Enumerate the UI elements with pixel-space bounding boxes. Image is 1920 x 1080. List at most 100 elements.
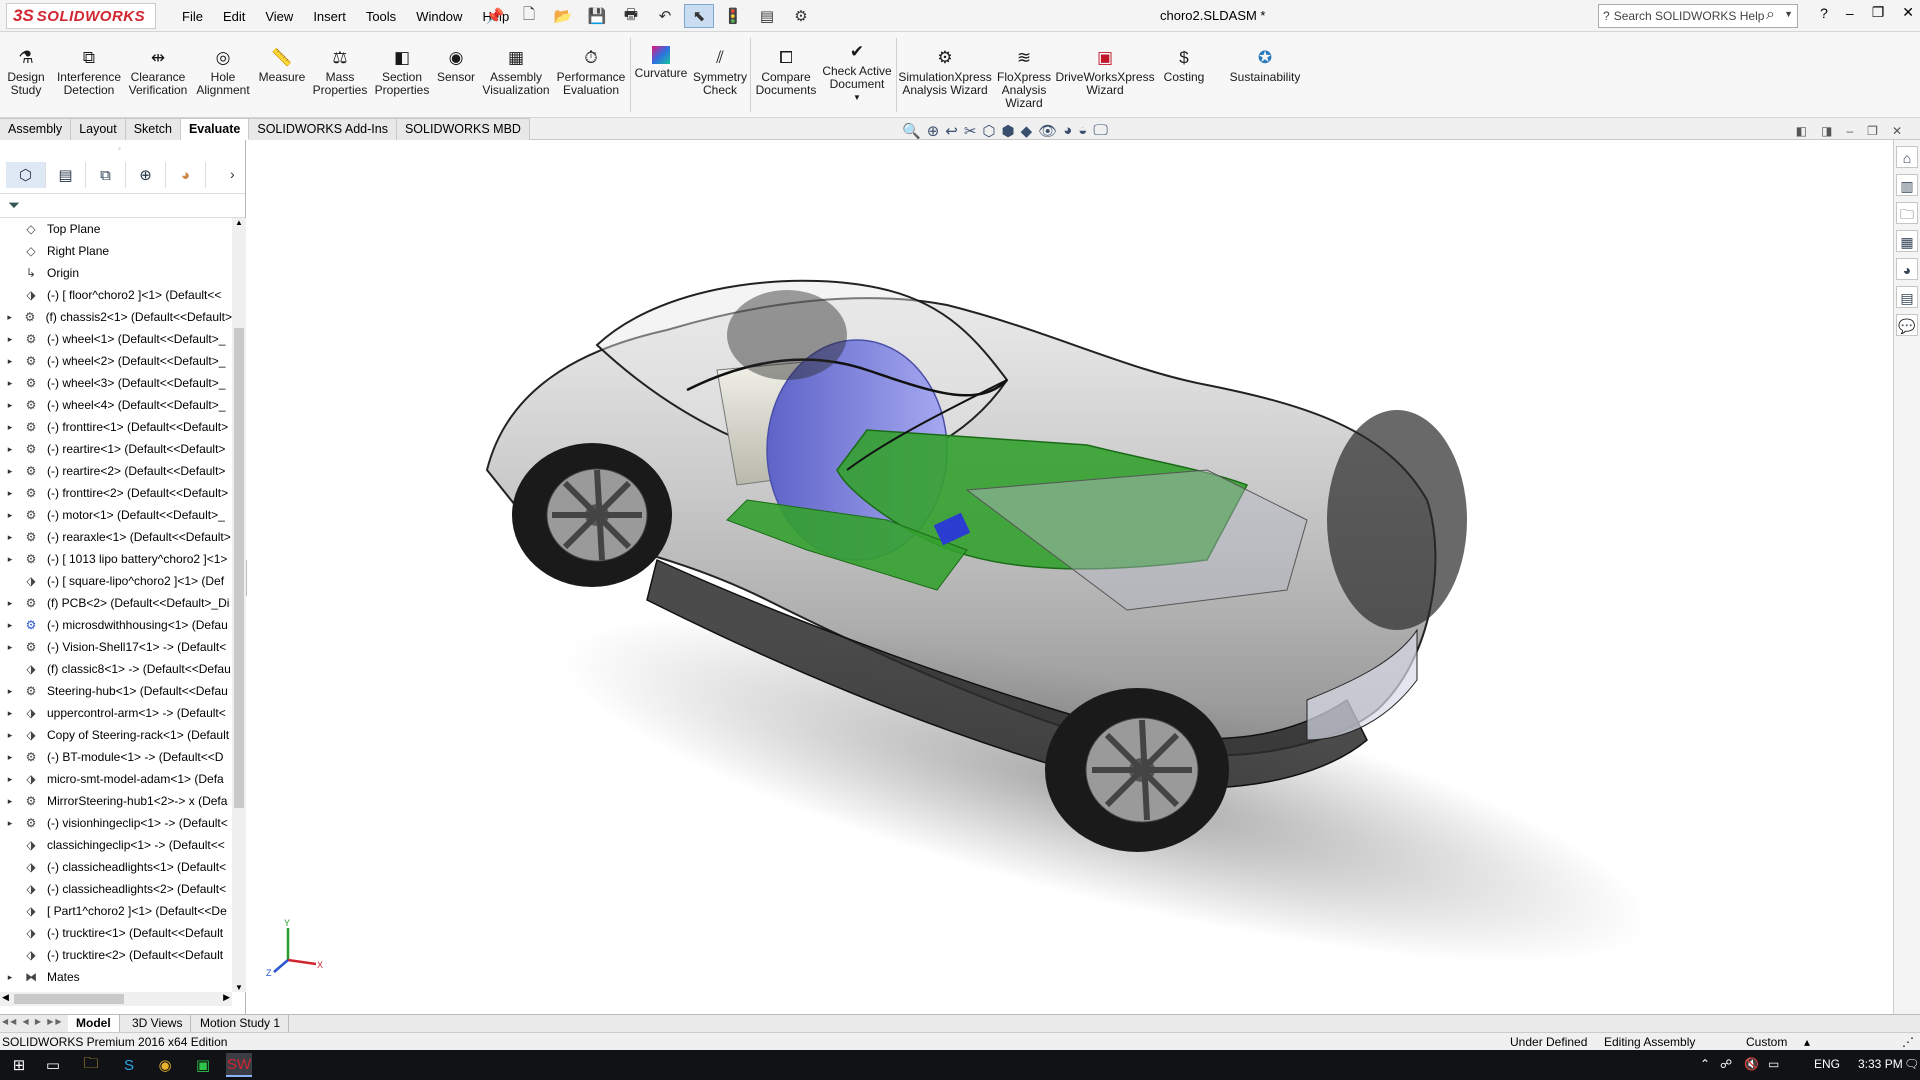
tree-node[interactable]: ▸ ⚙ (-) wheel<3> (Default<<Default>_ [0, 372, 232, 394]
tab-navigation-arrows[interactable]: ◀◀ ◀ ▶ ▶▶ [2, 1017, 64, 1026]
menu-insert[interactable]: Insert [303, 9, 356, 24]
line-messenger-icon[interactable]: ▣ [190, 1053, 216, 1077]
expand-arrow-icon[interactable]: ▸ [0, 686, 20, 697]
expand-arrow-icon[interactable]: ▸ [0, 642, 20, 653]
tree-node[interactable]: ↳ Origin [0, 262, 232, 284]
panel-grip[interactable]: ◦ [118, 144, 121, 153]
rebuild-icon[interactable]: 🚦 [718, 4, 748, 28]
curvature-button[interactable]: Curvature [632, 46, 690, 80]
driveworksxpress-button[interactable]: ▣ DriveWorksXpress Wizard [1055, 46, 1154, 97]
interference-detection-button[interactable]: ⧉ Interference Detection [54, 46, 124, 97]
skype-icon[interactable]: S [116, 1053, 142, 1077]
expand-arrow-icon[interactable]: ▸ [0, 488, 20, 499]
scroll-up-icon[interactable]: ▲ [235, 218, 243, 227]
tree-node[interactable]: ⬗ (-) [ floor^choro2 ]<1> (Default<< [0, 284, 232, 306]
tree-node[interactable]: ▸ ⚙ (-) wheel<4> (Default<<Default>_ [0, 394, 232, 416]
measure-button[interactable]: 📏 Measure [254, 46, 310, 84]
tree-node[interactable]: ▸ ⚙ (-) rearaxle<1> (Default<<Default> [0, 526, 232, 548]
chevron-down-icon[interactable]: ▼ [1784, 9, 1793, 19]
previous-view-icon[interactable]: ↩ [945, 122, 958, 140]
viewport-tile-left-icon[interactable]: ◧ [1796, 124, 1807, 138]
tree-node[interactable]: ⬗ (-) classicheadlights<1> (Default< [0, 856, 232, 878]
expand-arrow-icon[interactable]: ▸ [0, 532, 20, 543]
expand-arrow-icon[interactable]: ▸ [0, 422, 20, 433]
appearances-scenes-icon[interactable]: ◕ [1896, 258, 1918, 280]
expand-arrow-icon[interactable]: ▸ [0, 620, 20, 631]
simulationxpress-button[interactable]: ⚙ SimulationXpress Analysis Wizard [898, 46, 992, 97]
tree-node[interactable]: ▸ ⚙ (-) fronttire<2> (Default<<Default> [0, 482, 232, 504]
expand-arrow-icon[interactable]: ▸ [0, 334, 20, 345]
expand-arrow-icon[interactable]: ▸ [0, 444, 20, 455]
tree-node[interactable]: ▸ ⚙ (-) motor<1> (Default<<Default>_ [0, 504, 232, 526]
design-library-icon[interactable]: ▥ [1896, 174, 1918, 196]
design-study-button[interactable]: ⚗ Design Study [4, 46, 48, 97]
network-icon[interactable]: ☍ [1720, 1057, 1732, 1071]
menu-tools[interactable]: Tools [356, 9, 406, 24]
status-bar-grip-icon[interactable]: ⋰ [1902, 1035, 1914, 1049]
front-wheel[interactable] [1045, 688, 1229, 852]
performance-evaluation-button[interactable]: ⏱ Performance Evaluation [554, 46, 628, 97]
tree-node[interactable]: ▸ ⚙ (-) visionhingeclip<1> -> (Default< [0, 812, 232, 834]
viewport-restore-icon[interactable]: ❐ [1867, 124, 1878, 138]
expand-arrow-icon[interactable]: ▸ [0, 598, 20, 609]
display-style-icon[interactable]: ◆ [1021, 122, 1033, 140]
pin-icon[interactable]: 📌 [480, 4, 510, 28]
menu-window[interactable]: Window [406, 9, 472, 24]
symmetry-check-button[interactable]: ⫽ Symmetry Check [690, 46, 750, 97]
zoom-to-area-icon[interactable]: ⊕ [927, 122, 940, 140]
file-properties-icon[interactable]: ▤ [752, 4, 782, 28]
chevron-right-icon[interactable]: › [230, 166, 235, 182]
tree-node[interactable]: ▸ ⚙ Steering-hub<1> (Default<<Defau [0, 680, 232, 702]
tree-vertical-scrollbar[interactable]: ▲ ▼ [232, 218, 246, 992]
view-orientation-icon[interactable]: ⬢ [1002, 122, 1015, 140]
expand-arrow-icon[interactable]: ▸ [0, 972, 20, 983]
view-settings-icon[interactable]: 🖵 [1093, 122, 1107, 140]
tree-node[interactable]: ▸ ⚙ (-) reartire<2> (Default<<Default> [0, 460, 232, 482]
options-gear-icon[interactable]: ⚙ [786, 4, 816, 28]
solidworks-resources-icon[interactable]: ⌂ [1896, 146, 1918, 168]
viewport-minimize-icon[interactable]: – [1846, 124, 1853, 138]
tree-node[interactable]: ▸ ⚙ (-) BT-module<1> -> (Default<<D [0, 746, 232, 768]
units-selector[interactable]: Custom [1746, 1035, 1787, 1049]
tab-sketch[interactable]: Sketch [125, 118, 181, 140]
tree-node[interactable]: ▸ ⚙ (-) microsdwithhousing<1> (Defau [0, 614, 232, 636]
volume-muted-icon[interactable]: 🔇 [1744, 1057, 1759, 1071]
expand-arrow-icon[interactable]: ▸ [0, 730, 20, 741]
tree-node[interactable]: ▸ ⚙ MirrorSteering-hub1<2>-> x (Defa [0, 790, 232, 812]
tab-assembly[interactable]: Assembly [0, 118, 72, 140]
tree-node[interactable]: ⬗ (f) classic8<1> -> (Default<<Defau [0, 658, 232, 680]
tree-node[interactable]: ▸ ⚙ (-) fronttire<1> (Default<<Default> [0, 416, 232, 438]
new-document-icon[interactable]: 🗋 [514, 4, 544, 28]
solidworks-taskbar-icon[interactable]: SW [226, 1053, 252, 1077]
tree-node[interactable]: ▸ ⬗ uppercontrol-arm<1> -> (Default< [0, 702, 232, 724]
select-pointer-icon[interactable]: ⬉ [684, 4, 714, 28]
tree-node[interactable]: ◇ Right Plane [0, 240, 232, 262]
expand-arrow-icon[interactable]: ▸ [0, 312, 19, 323]
tab-model[interactable]: Model [68, 1015, 120, 1033]
tree-node[interactable]: ▸ ⧓ Mates [0, 966, 232, 988]
solidworks-logo[interactable]: 3S SOLIDWORKS [6, 3, 156, 29]
tab-motion-study-1[interactable]: Motion Study 1 [192, 1015, 290, 1033]
assembly-visualization-button[interactable]: ▦ Assembly Visualization [478, 46, 554, 97]
expand-arrow-icon[interactable]: ▸ [0, 774, 20, 785]
mass-properties-button[interactable]: ⚖ Mass Properties [310, 46, 370, 97]
tree-filter[interactable]: ⏷ [0, 194, 245, 218]
units-chevron-icon[interactable]: ▴ [1804, 1035, 1810, 1049]
tree-node[interactable]: ▸ ⚙ (f) chassis2<1> (Default<<Default> [0, 306, 232, 328]
input-language-label[interactable]: ENG [1814, 1057, 1840, 1071]
rear-wheel[interactable] [512, 443, 672, 587]
scroll-thumb[interactable] [234, 328, 244, 808]
custom-properties-icon[interactable]: ▤ [1896, 286, 1918, 308]
clearance-verification-button[interactable]: ⇹ Clearance Verification [124, 46, 192, 97]
scroll-down-icon[interactable]: ▼ [235, 983, 243, 992]
menu-edit[interactable]: Edit [213, 9, 255, 24]
dimxpert-manager-icon[interactable]: ⊕ [126, 162, 166, 188]
feature-manager-tree-icon[interactable]: ⬡ [6, 162, 46, 188]
tree-horizontal-scrollbar[interactable]: ◀ ▶ [0, 992, 232, 1006]
scroll-left-icon[interactable]: ◀ [2, 992, 9, 1003]
tree-node[interactable]: ▸ ⚙ (-) reartire<1> (Default<<Default> [0, 438, 232, 460]
tree-node[interactable]: ▸ ⬗ micro-smt-model-adam<1> (Defa [0, 768, 232, 790]
menu-view[interactable]: View [255, 9, 303, 24]
sustainability-button[interactable]: ✪ Sustainability [1220, 46, 1310, 84]
chrome-icon[interactable]: ◉ [152, 1053, 178, 1077]
